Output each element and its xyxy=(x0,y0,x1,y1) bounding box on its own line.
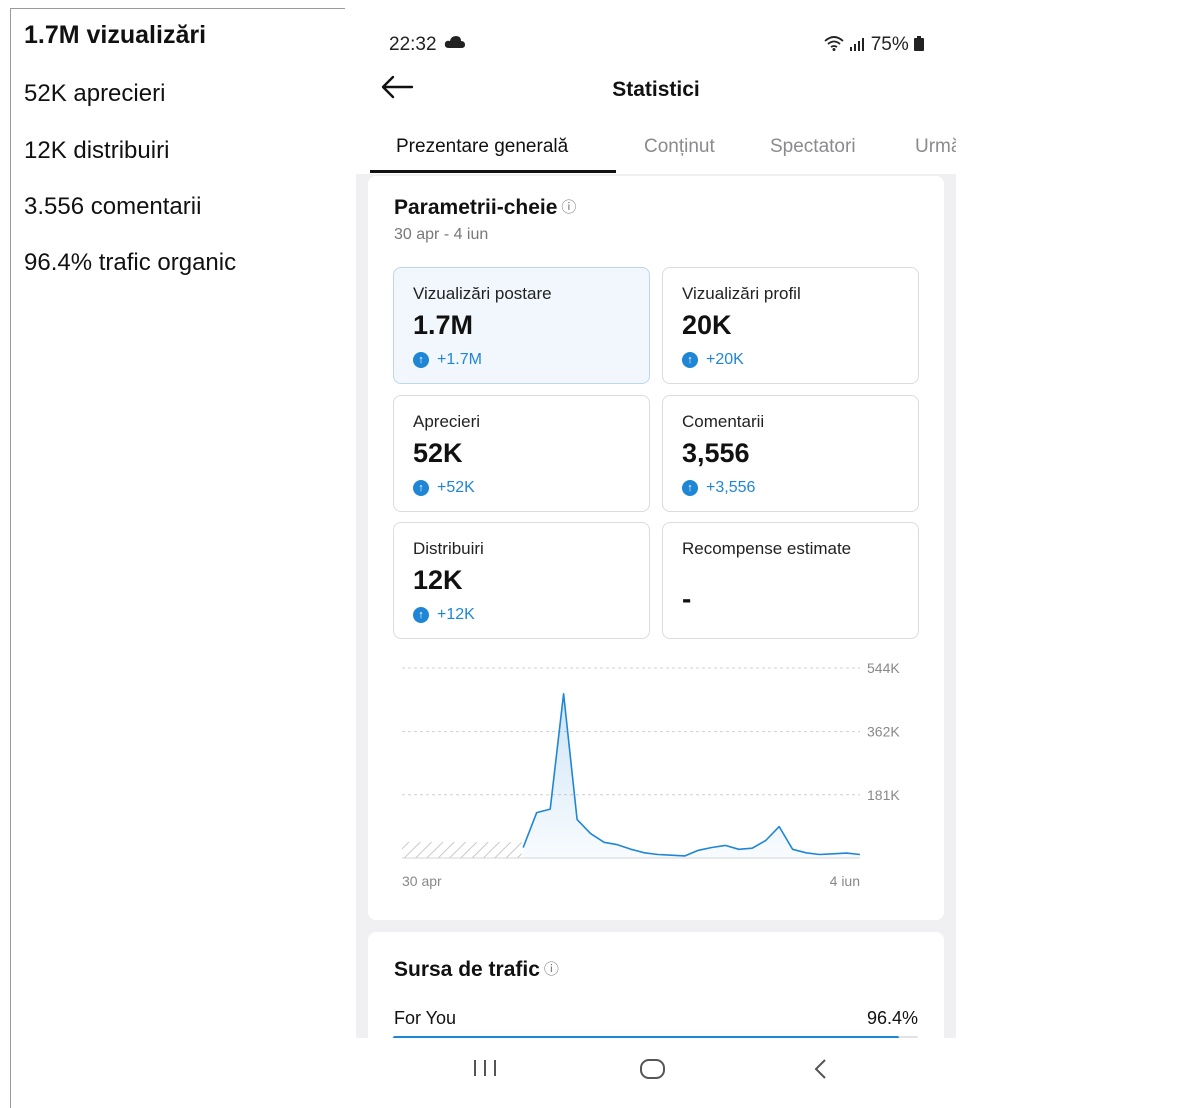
y-tick-label: 181K xyxy=(867,787,900,803)
info-icon[interactable]: ⓘ xyxy=(544,961,559,978)
metric-label: Recompense estimate xyxy=(682,539,852,558)
metric-label: Vizualizări profil xyxy=(682,284,801,303)
summary-organic: 96.4% trafic organic xyxy=(24,249,237,276)
metric-delta: ↑ +12K xyxy=(413,606,475,624)
summary-shares: 12K distribuiri xyxy=(24,137,170,164)
metric-value: 12K xyxy=(413,565,463,595)
active-tab-indicator xyxy=(370,170,616,173)
traffic-source-percent: 96.4% xyxy=(866,1008,918,1028)
series-area xyxy=(523,693,860,858)
metric-delta: ↑ +52K xyxy=(413,479,475,497)
summary-views: 1.7M vizualizări xyxy=(24,21,207,49)
metric-label: Vizualizări postare xyxy=(413,284,552,303)
phone-screen: 22:32 75% Statistici Prezentare generală… xyxy=(356,18,956,1108)
battery-percent: 75% xyxy=(870,34,909,55)
status-bar: 22:32 xyxy=(389,34,466,56)
metric-label: Comentarii xyxy=(682,412,765,431)
battery-icon xyxy=(914,36,924,51)
system-nav-bar xyxy=(356,1038,956,1108)
tab-followers[interactable]: Urmăritori xyxy=(915,136,956,158)
metric-value: 1.7M xyxy=(413,310,474,340)
cloud-icon xyxy=(444,36,465,48)
key-metrics-card: Parametrii-cheie ⓘ 30 apr - 4 iun Vizuali… xyxy=(368,176,944,920)
arrow-up-icon: ↑ xyxy=(413,607,429,623)
status-indicators: 75% xyxy=(824,34,924,56)
back-icon[interactable] xyxy=(811,1058,831,1085)
recent-apps-icon[interactable] xyxy=(471,1058,499,1083)
date-range: 30 apr - 4 iun xyxy=(394,226,489,243)
metric-delta-text: +3,556 xyxy=(706,479,756,496)
traffic-title: Sursa de trafic ⓘ xyxy=(394,958,559,982)
x-tick-label: 30 apr xyxy=(402,873,442,889)
signal-icon xyxy=(850,38,865,51)
key-metrics-title-text: Parametrii-cheie xyxy=(394,196,558,219)
summary-panel: 1.7M vizualizări 52K aprecieri 12K distr… xyxy=(10,8,345,1108)
wifi-icon xyxy=(824,36,844,51)
metric-tile-shares[interactable]: Distribuiri 12K ↑ +12K xyxy=(393,522,650,639)
metric-delta-text: +1.7M xyxy=(437,351,482,368)
metric-label: Distribuiri xyxy=(413,539,484,558)
metric-value: 20K xyxy=(682,310,732,340)
metric-delta: ↑ +20K xyxy=(682,351,744,369)
views-chart: 544K 362K 181K 30 apr 4 iun xyxy=(402,660,900,889)
summary-comments: 3.556 comentarii xyxy=(24,193,202,220)
no-data-region xyxy=(402,842,522,858)
arrow-up-icon: ↑ xyxy=(413,480,429,496)
metric-value: 52K xyxy=(413,438,463,468)
y-tick-label: 544K xyxy=(867,660,900,676)
metric-delta: ↑ +3,556 xyxy=(682,479,755,497)
y-tick-label: 362K xyxy=(867,724,900,740)
metric-label: Aprecieri xyxy=(413,412,481,431)
status-time: 22:32 xyxy=(389,34,437,55)
metric-delta: ↑ +1.7M xyxy=(413,351,482,369)
metric-delta-text: +52K xyxy=(437,479,475,496)
tab-content[interactable]: Conținut xyxy=(644,136,715,158)
page-title: Statistici xyxy=(612,78,700,101)
metric-tile-profile-views[interactable]: Vizualizări profil 20K ↑ +20K xyxy=(662,267,919,384)
summary-likes: 52K aprecieri xyxy=(24,80,166,107)
metric-value: 3,556 xyxy=(682,438,750,468)
tab-viewers[interactable]: Spectatori xyxy=(770,136,856,158)
tab-overview[interactable]: Prezentare generală xyxy=(396,136,568,158)
metric-delta-text: +20K xyxy=(706,351,744,368)
arrow-up-icon: ↑ xyxy=(413,352,429,368)
metric-tile-likes[interactable]: Aprecieri 52K ↑ +52K xyxy=(393,395,650,512)
traffic-source-label: For You xyxy=(394,1008,457,1028)
traffic-row-for-you: For You 96.4% xyxy=(394,1008,918,1029)
metric-tile-comments[interactable]: Comentarii 3,556 ↑ +3,556 xyxy=(662,395,919,512)
home-icon[interactable] xyxy=(639,1058,667,1085)
metric-tile-rewards[interactable]: Recompense estimate - xyxy=(662,522,919,639)
metric-tile-post-views[interactable]: Vizualizări postare 1.7M ↑ +1.7M xyxy=(393,267,650,384)
info-icon[interactable]: ⓘ xyxy=(561,199,576,216)
metric-value: - xyxy=(682,583,692,614)
metric-delta-text: +12K xyxy=(437,606,475,623)
arrow-up-icon: ↑ xyxy=(682,480,698,496)
traffic-title-text: Sursa de trafic xyxy=(394,958,540,981)
x-tick-label: 4 iun xyxy=(830,873,860,889)
app-header: 22:32 75% Statistici Prezentare generală… xyxy=(356,18,956,174)
key-metrics-title: Parametrii-cheie ⓘ xyxy=(394,196,576,220)
arrow-up-icon: ↑ xyxy=(682,352,698,368)
